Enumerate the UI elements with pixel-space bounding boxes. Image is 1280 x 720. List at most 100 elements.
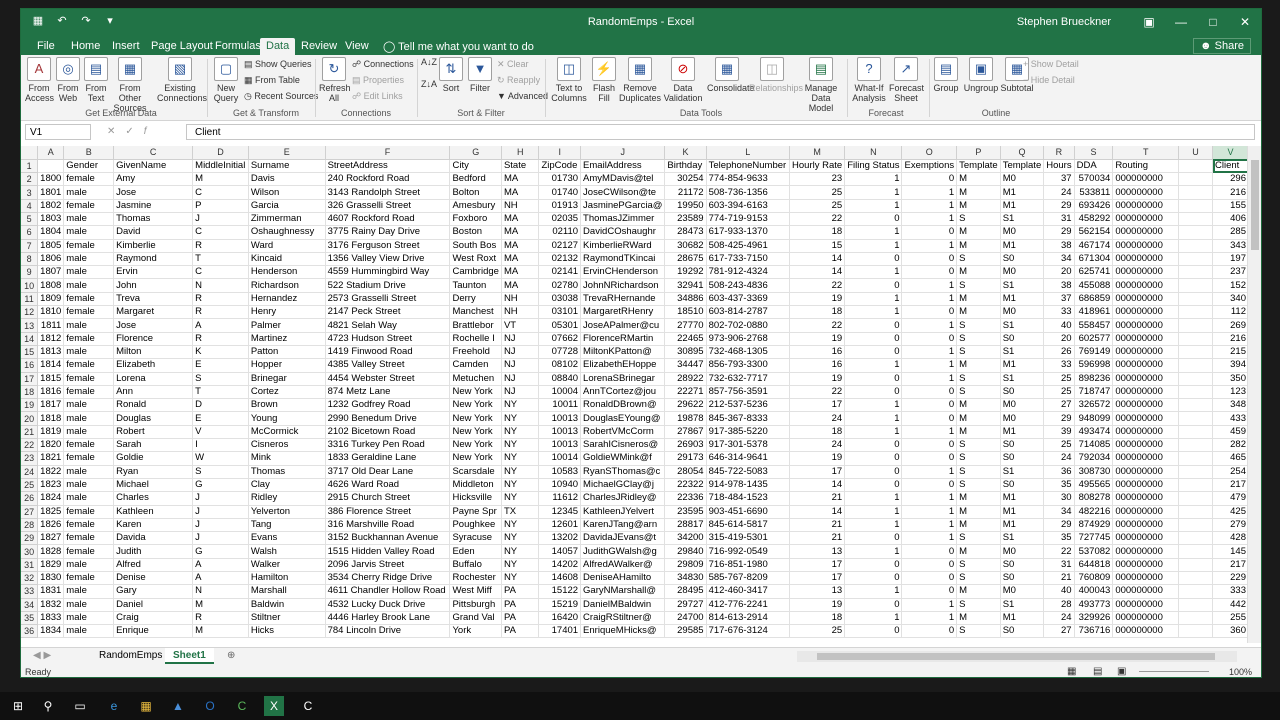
cell[interactable]: 2990 Benedum Drive: [325, 411, 451, 426]
cell[interactable]: Ervin: [113, 265, 194, 280]
cell[interactable]: 0: [901, 571, 958, 586]
cell[interactable]: 22271: [664, 385, 707, 400]
cell[interactable]: 14202: [538, 558, 582, 573]
group-button[interactable]: ▤ Group: [931, 57, 961, 93]
cell[interactable]: Davida: [113, 531, 194, 546]
app-icon[interactable]: ▲: [168, 696, 188, 716]
name-box[interactable]: V1: [25, 124, 91, 140]
column-header[interactable]: A: [37, 146, 65, 160]
cell[interactable]: 1820: [37, 438, 65, 453]
cell[interactable]: Milton: [113, 345, 194, 360]
row-header[interactable]: 17: [21, 372, 39, 386]
cell[interactable]: M: [956, 611, 1001, 626]
cell[interactable]: Wilson: [248, 185, 326, 200]
cell[interactable]: Charles: [113, 491, 194, 506]
cell[interactable]: 0: [844, 558, 903, 573]
cell[interactable]: 17401: [538, 624, 582, 639]
cell[interactable]: 874 Metz Lane: [325, 385, 451, 400]
cell[interactable]: R: [192, 292, 249, 307]
cell[interactable]: 1816: [37, 385, 65, 400]
cell[interactable]: DDA: [1074, 159, 1114, 174]
tab-file[interactable]: File: [31, 38, 61, 55]
row-header[interactable]: 22: [21, 438, 39, 453]
page-break-view-icon[interactable]: ▣: [1117, 666, 1126, 677]
cell[interactable]: 25: [789, 185, 846, 200]
cell[interactable]: 28054: [664, 465, 707, 479]
cell[interactable]: M: [956, 584, 1001, 599]
cell[interactable]: MiddleInitial: [192, 159, 249, 174]
cell[interactable]: S1: [1000, 531, 1045, 546]
cell[interactable]: 000000000: [1112, 438, 1180, 453]
cell[interactable]: M1: [1000, 185, 1045, 200]
cell[interactable]: 1830: [37, 571, 65, 586]
row-header[interactable]: 19: [21, 398, 39, 413]
cell[interactable]: 21: [789, 518, 846, 533]
cell[interactable]: 000000000: [1112, 491, 1180, 506]
cell[interactable]: [1178, 491, 1214, 506]
cell[interactable]: M1: [1000, 292, 1045, 307]
cell[interactable]: Hamilton: [248, 571, 326, 586]
cell[interactable]: DouglasEYoung@: [580, 411, 666, 426]
cell[interactable]: 350: [1212, 372, 1249, 386]
cell[interactable]: Exemptions: [901, 159, 958, 174]
cell[interactable]: 21172: [664, 185, 707, 200]
cell[interactable]: S: [956, 531, 1001, 546]
cell[interactable]: Rochelle I: [449, 332, 502, 346]
cell[interactable]: 28: [1043, 598, 1075, 612]
cell[interactable]: 18510: [664, 305, 707, 320]
cell[interactable]: 1419 Finwood Road: [325, 345, 451, 360]
cell[interactable]: 1: [901, 212, 958, 227]
cell[interactable]: Camden: [449, 358, 502, 373]
cell[interactable]: 000000000: [1112, 544, 1180, 559]
sort-za-button[interactable]: Z↓A: [421, 79, 437, 89]
cell[interactable]: NH: [501, 305, 540, 320]
column-header[interactable]: F: [325, 146, 451, 160]
column-header[interactable]: M: [789, 146, 846, 160]
cell[interactable]: 562154: [1074, 225, 1114, 240]
cell[interactable]: Cisneros: [248, 438, 326, 453]
cell[interactable]: MA: [501, 172, 540, 187]
cell[interactable]: Richardson: [248, 278, 326, 293]
cell[interactable]: M0: [1000, 305, 1045, 320]
cell[interactable]: Walker: [248, 558, 326, 573]
cell[interactable]: NY: [501, 491, 540, 506]
cell[interactable]: female: [63, 544, 115, 559]
search-icon[interactable]: ⚲: [38, 696, 58, 716]
cell[interactable]: 24: [1043, 451, 1075, 466]
cell[interactable]: female: [63, 571, 115, 586]
cell[interactable]: 000000000: [1112, 185, 1180, 200]
cell[interactable]: 522 Stadium Drive: [325, 278, 451, 293]
cell[interactable]: female: [63, 172, 115, 187]
cell[interactable]: S: [956, 372, 1001, 386]
cell[interactable]: 28817: [664, 518, 707, 533]
cell[interactable]: [1178, 624, 1214, 639]
cell[interactable]: NJ: [501, 345, 540, 360]
cell[interactable]: N: [192, 584, 249, 599]
cell[interactable]: 0: [844, 212, 903, 227]
cell[interactable]: 145: [1212, 544, 1249, 559]
cell[interactable]: 17: [789, 571, 846, 586]
zoom-slider[interactable]: [1139, 671, 1209, 672]
cell[interactable]: 25: [1043, 438, 1075, 453]
row-header[interactable]: 10: [21, 278, 39, 293]
cell[interactable]: S: [956, 624, 1001, 639]
cell[interactable]: male: [63, 278, 115, 293]
cell[interactable]: N: [192, 278, 249, 293]
cell[interactable]: 23589: [664, 212, 707, 227]
cell[interactable]: 08840: [538, 372, 582, 386]
cell[interactable]: 0: [844, 438, 903, 453]
cell[interactable]: PA: [501, 598, 540, 612]
cell[interactable]: 0: [844, 571, 903, 586]
cell[interactable]: Manchest: [449, 305, 502, 320]
cell[interactable]: 31: [1043, 558, 1075, 573]
cell[interactable]: 15122: [538, 584, 582, 599]
cell[interactable]: 716-851-1980: [706, 558, 791, 573]
cell[interactable]: 0: [901, 558, 958, 573]
cell[interactable]: 1815: [37, 372, 65, 386]
row-header[interactable]: 11: [21, 292, 39, 307]
cell[interactable]: 1813: [37, 345, 65, 360]
row-header[interactable]: 7: [21, 239, 39, 253]
cell[interactable]: 508-425-4961: [706, 239, 791, 253]
maximize-icon[interactable]: □: [1197, 9, 1229, 35]
cell[interactable]: M1: [1000, 199, 1045, 213]
